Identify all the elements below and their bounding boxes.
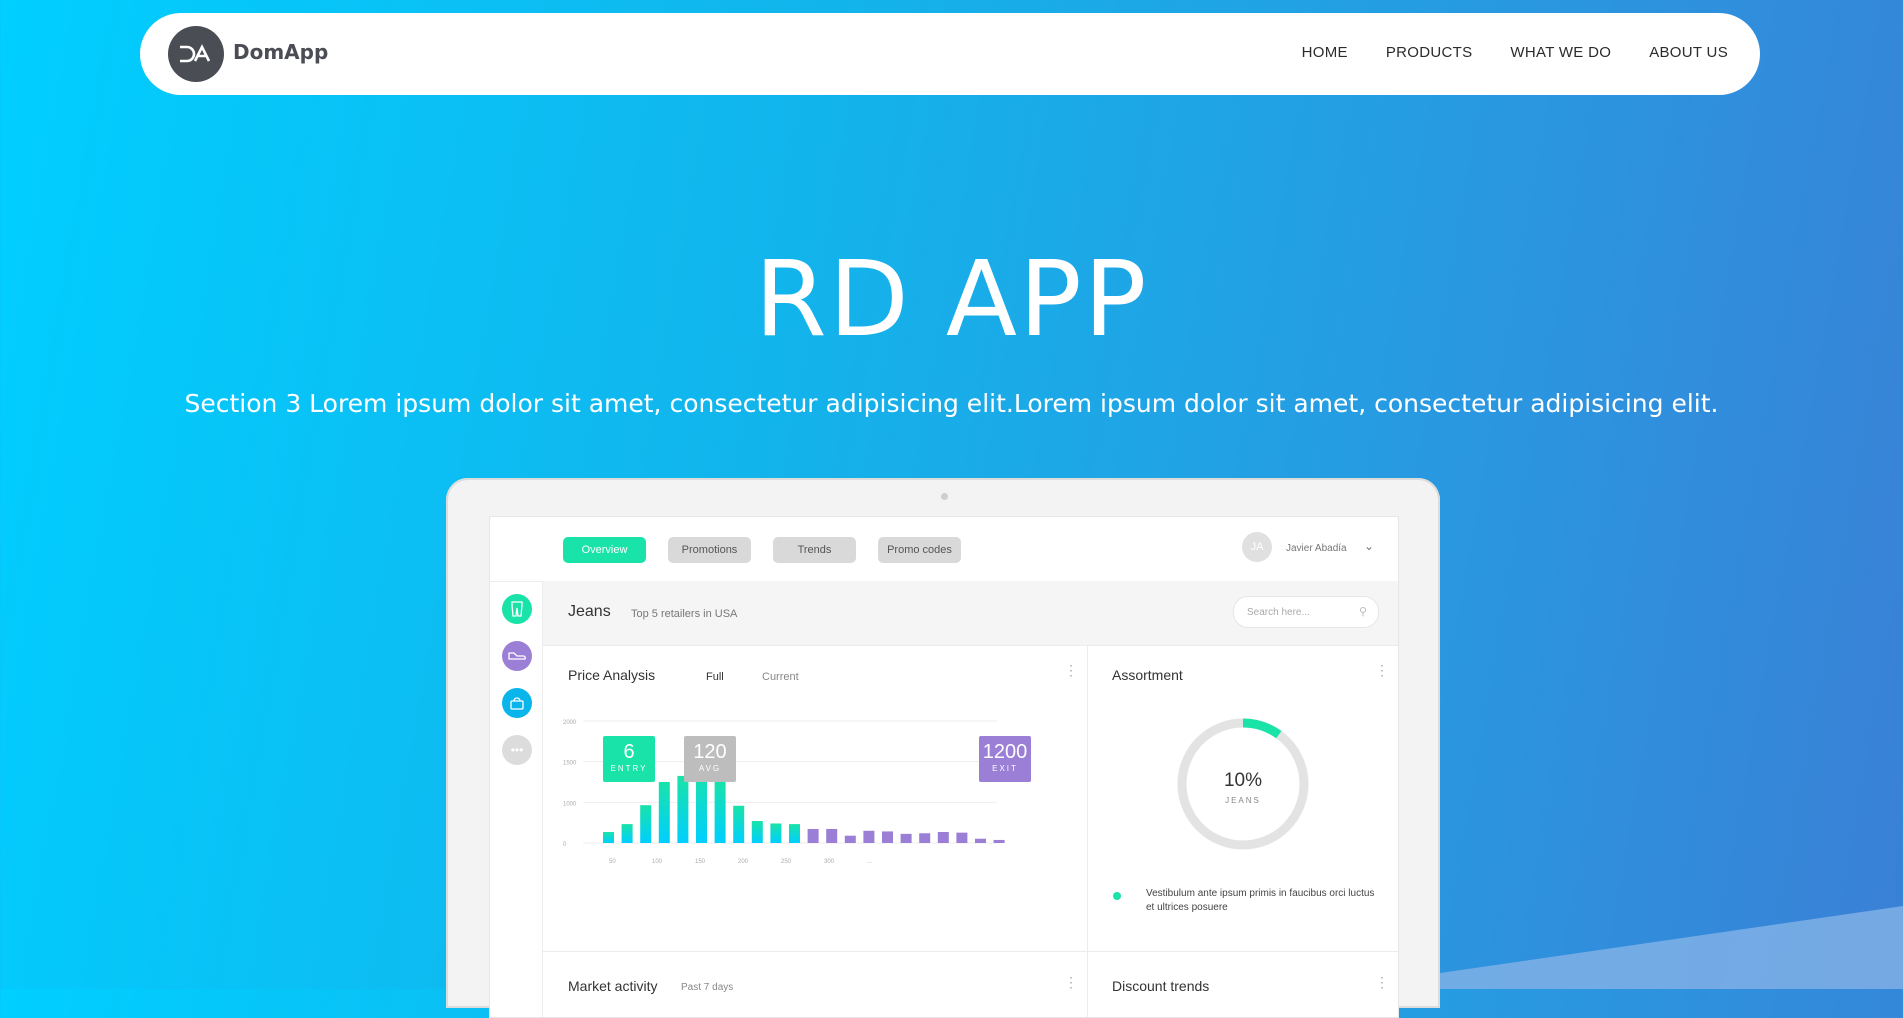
legend-dot <box>1113 892 1121 900</box>
bar <box>733 805 745 843</box>
bar <box>826 828 838 843</box>
bar <box>658 782 670 843</box>
chevron-down-icon[interactable]: ⌄ <box>1364 539 1374 553</box>
category-title: Jeans <box>568 603 611 620</box>
search-placeholder: Search here... <box>1247 607 1310 618</box>
tab-overview[interactable]: Overview <box>563 537 646 563</box>
nav-products[interactable]: PRODUCTS <box>1386 44 1473 61</box>
bar <box>900 833 912 843</box>
user-name[interactable]: Javier Abadía <box>1286 543 1347 554</box>
search-icon: ⚲ <box>1358 606 1367 618</box>
x-tick-label: 150 <box>695 859 706 865</box>
y-tick-label: 2000 <box>563 720 577 726</box>
bar <box>937 832 949 843</box>
bar <box>603 832 614 843</box>
discount-trends-title: Discount trends <box>1112 978 1210 994</box>
kebab-menu-icon[interactable]: ⋮ <box>1064 662 1078 679</box>
bar <box>844 835 856 843</box>
category-subtitle: Top 5 retailers in USA <box>631 608 738 620</box>
bar <box>621 824 633 843</box>
entry-value: 6 <box>623 741 635 763</box>
dashboard-screen: Overview Promotions Trends Promo codes J… <box>489 516 1399 1018</box>
camera-dot <box>941 493 948 500</box>
category-header: Jeans Top 5 retailers in USA Search here… <box>543 581 1398 646</box>
toggle-current[interactable]: Current <box>762 671 799 683</box>
logo-mark-icon <box>180 44 211 63</box>
tab-promo-codes[interactable]: Promo codes <box>878 537 961 563</box>
bar <box>863 830 875 843</box>
hero-subtitle: Section 3 Lorem ipsum dolor sit amet, co… <box>184 389 1719 418</box>
hero-title: RD APP <box>754 238 1149 360</box>
price-analysis-title: Price Analysis <box>568 667 656 683</box>
bar <box>789 824 800 843</box>
nav-menu: HOME PRODUCTS WHAT WE DO ABOUT US <box>1302 44 1728 61</box>
x-tick-label: ... <box>867 859 872 865</box>
logo-icon[interactable] <box>168 26 224 82</box>
bar <box>640 805 652 843</box>
bar <box>882 831 893 843</box>
entry-badge: 6 ENTRY <box>603 736 655 782</box>
bar <box>677 775 689 843</box>
market-activity-panel: Market activity Past 7 days ⋮ <box>543 952 1088 1017</box>
x-tick-label: 50 <box>609 859 616 865</box>
bar <box>993 839 1005 843</box>
price-analysis-panel: Price Analysis Full Current ⋮ 2000 1500 10… <box>543 646 1088 952</box>
tab-promotions[interactable]: Promotions <box>668 537 751 563</box>
avg-label: AVG <box>698 764 722 773</box>
avg-badge: 120 AVG <box>684 736 736 782</box>
avg-value: 120 <box>693 741 727 763</box>
legend-text: Vestibulum ante ipsum primis in faucibus… <box>1146 888 1375 913</box>
assortment-title: Assortment <box>1112 667 1183 683</box>
shoe-icon[interactable] <box>502 641 532 671</box>
bar <box>770 823 782 843</box>
dashboard-sidebar: ••• <box>490 581 543 1017</box>
y-tick-label: 0 <box>563 842 567 848</box>
dashboard-topbar: Overview Promotions Trends Promo codes J… <box>490 517 1398 582</box>
market-activity-subtitle: Past 7 days <box>681 982 734 993</box>
x-tick-label: 100 <box>652 859 663 865</box>
entry-label: ENTRY <box>610 764 648 773</box>
y-tick-label: 1000 <box>563 801 577 807</box>
kebab-menu-icon[interactable]: ⋮ <box>1375 662 1389 679</box>
assortment-panel: Assortment ⋮ 10% JEANS Vestibulum ante i… <box>1088 646 1398 952</box>
exit-value: 1200 <box>982 741 1028 763</box>
bar <box>751 821 763 843</box>
navbar: DomApp HOME PRODUCTS WHAT WE DO ABOUT US <box>140 13 1760 95</box>
discount-trends-panel: Discount trends ⋮ <box>1088 952 1398 1017</box>
nav-home[interactable]: HOME <box>1302 44 1348 61</box>
bar <box>919 833 931 843</box>
donut-label: JEANS <box>1225 796 1261 805</box>
x-tick-label: 300 <box>824 859 835 865</box>
bar <box>956 832 968 843</box>
bar <box>975 838 986 843</box>
nav-what-we-do[interactable]: WHAT WE DO <box>1510 44 1611 61</box>
avatar[interactable]: JA <box>1242 532 1272 562</box>
exit-badge: 1200 EXIT <box>979 736 1031 782</box>
x-tick-label: 250 <box>781 859 792 865</box>
exit-label: EXIT <box>992 764 1018 773</box>
jeans-icon[interactable] <box>502 594 532 624</box>
donut-percent: 10% <box>1223 770 1263 791</box>
toggle-full[interactable]: Full <box>706 671 724 683</box>
kebab-menu-icon[interactable]: ⋮ <box>1375 974 1389 991</box>
y-tick-label: 1500 <box>563 761 577 767</box>
bar <box>807 828 819 843</box>
bag-icon[interactable] <box>502 688 532 718</box>
kebab-menu-icon[interactable]: ⋮ <box>1064 974 1078 991</box>
market-activity-title: Market activity <box>568 978 658 994</box>
bar <box>714 779 726 843</box>
x-tick-label: 200 <box>738 859 749 865</box>
nav-about-us[interactable]: ABOUT US <box>1649 44 1728 61</box>
laptop-mockup: Overview Promotions Trends Promo codes J… <box>446 478 1440 1018</box>
search-input[interactable]: Search here... ⚲ <box>1233 596 1379 628</box>
brand-name[interactable]: DomApp <box>233 40 328 64</box>
more-icon[interactable]: ••• <box>502 735 532 765</box>
tab-trends[interactable]: Trends <box>773 537 856 563</box>
